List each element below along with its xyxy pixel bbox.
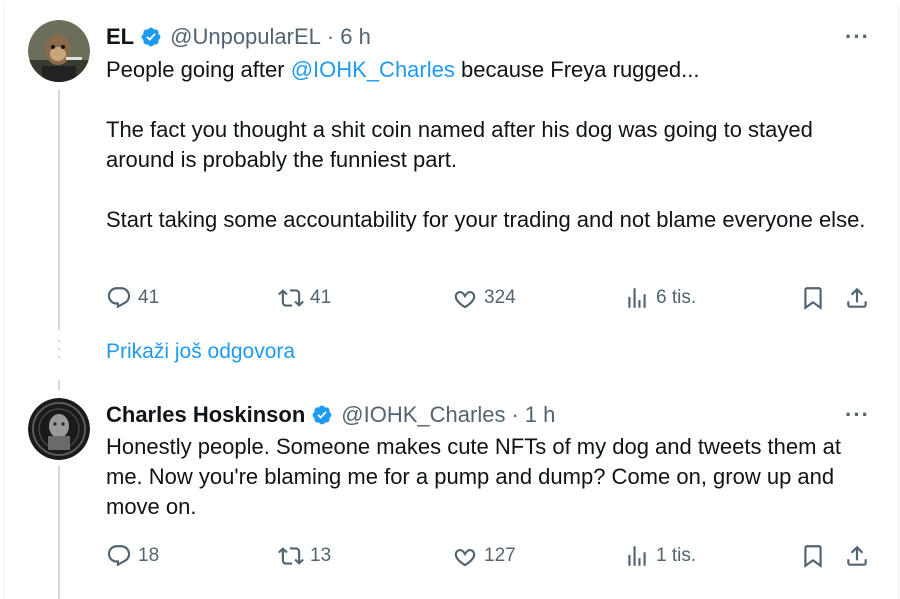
- tweet-header: Charles Hoskinson @IOHK_Charles · 1 h: [106, 400, 555, 430]
- tweet-text: People going after @IOHK_Charles because…: [106, 55, 876, 235]
- bookmark-button[interactable]: [800, 283, 826, 313]
- reply-button[interactable]: 41: [106, 283, 159, 313]
- tweet-actions: 18 13 127 1 tis.: [106, 541, 876, 571]
- author-handle[interactable]: @UnpopularEL: [170, 24, 321, 50]
- tweet-header: EL @UnpopularEL · 6 h: [106, 22, 371, 52]
- reply-button[interactable]: 18: [106, 541, 159, 571]
- repost-icon: [278, 547, 304, 565]
- text-segment: because Freya rugged...: [454, 57, 700, 82]
- avatar[interactable]: [28, 398, 90, 460]
- share-button[interactable]: [844, 541, 870, 571]
- tweet-paragraph: Honestly people. Someone makes cute NFTs…: [106, 434, 841, 519]
- author-name[interactable]: EL: [106, 24, 134, 50]
- avatar[interactable]: [28, 20, 90, 82]
- reply-icon: [107, 287, 131, 309]
- tweet-paragraph: The fact you thought a shit coin named a…: [106, 117, 813, 172]
- bookmark-button[interactable]: [800, 541, 826, 571]
- analytics-icon: [628, 288, 646, 308]
- share-button[interactable]: [844, 283, 870, 313]
- separator-dot: ·: [511, 402, 519, 427]
- thread-line-top: [58, 90, 60, 330]
- share-icon: [847, 545, 867, 566]
- tweet-text: Honestly people. Someone makes cute NFTs…: [106, 432, 876, 522]
- reply-count: 18: [138, 545, 160, 566]
- like-count: 127: [484, 545, 516, 566]
- more-options-icon[interactable]: ···: [845, 24, 870, 50]
- repost-button[interactable]: 13: [278, 541, 331, 571]
- heart-icon: [454, 290, 476, 309]
- timestamp[interactable]: 1 h: [525, 402, 556, 428]
- analytics-icon: [628, 546, 646, 566]
- more-options-icon[interactable]: ···: [845, 402, 870, 428]
- show-more-replies-link[interactable]: Prikaži još odgovora: [106, 340, 295, 364]
- verified-badge-icon: [311, 404, 333, 426]
- repost-button[interactable]: 41: [278, 283, 331, 313]
- timestamp[interactable]: 6 h: [340, 24, 371, 50]
- verified-badge-icon: [140, 26, 162, 48]
- like-button[interactable]: 127: [452, 541, 516, 571]
- repost-count: 41: [310, 287, 332, 308]
- views-count: 6 tis.: [656, 287, 697, 308]
- views-button[interactable]: 1 tis.: [624, 541, 696, 571]
- thread-gap-dots: [58, 340, 60, 364]
- views-button[interactable]: 6 tis.: [624, 283, 696, 313]
- separator-dot: ·: [326, 24, 335, 49]
- tweet-actions: 41 41 324 6 tis.: [106, 283, 876, 313]
- text-segment: People going after: [106, 57, 291, 82]
- like-button[interactable]: 324: [452, 283, 516, 313]
- reply-count: 41: [138, 287, 160, 308]
- tweet-paragraph: Start taking some accountability for you…: [106, 207, 866, 232]
- heart-icon: [454, 548, 476, 567]
- author-name[interactable]: Charles Hoskinson: [106, 402, 305, 428]
- tweet-paragraph: People going after @IOHK_Charles because…: [106, 55, 876, 85]
- bookmark-icon: [804, 545, 822, 568]
- mention-link[interactable]: @IOHK_Charles: [291, 57, 455, 82]
- repost-icon: [278, 289, 304, 307]
- views-count: 1 tis.: [656, 545, 697, 566]
- bookmark-icon: [804, 287, 822, 310]
- thread-line-mid: [58, 380, 60, 390]
- repost-count: 13: [310, 545, 332, 566]
- like-count: 324: [484, 287, 516, 308]
- author-handle[interactable]: @IOHK_Charles: [341, 402, 505, 428]
- reply-icon: [107, 545, 131, 567]
- share-icon: [847, 287, 867, 308]
- thread-line-bottom: [58, 466, 60, 599]
